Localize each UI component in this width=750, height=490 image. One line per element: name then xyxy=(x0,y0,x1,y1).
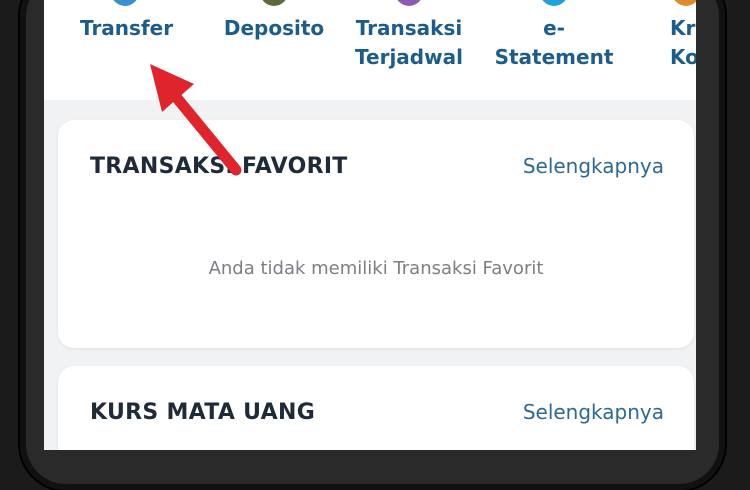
menu-transfer[interactable]: Transfer xyxy=(80,0,173,40)
e-statement-icon xyxy=(540,0,568,6)
exchange-rates-card: KURS MATA UANG Selengkapnya xyxy=(58,366,694,450)
menu-transaksi-terjadwal[interactable]: Transaksi Terjadwal xyxy=(354,0,464,69)
app-screen: Transfer Deposito Transaksi Terjadwal e- S… xyxy=(44,0,696,450)
menu-e-statement[interactable]: e- Statement xyxy=(494,0,614,69)
menu-deposito[interactable]: Deposito xyxy=(214,0,334,40)
favorite-transactions-title: TRANSAKSI FAVORIT xyxy=(90,154,348,179)
scheduled-transaction-icon xyxy=(395,0,423,6)
menu-transfer-label: Transfer xyxy=(80,16,174,40)
deposito-icon xyxy=(260,0,288,6)
favorite-transactions-empty-message: Anda tidak memiliki Transaksi Favorit xyxy=(208,258,544,279)
transfer-icon xyxy=(111,0,139,6)
kredit-icon xyxy=(672,0,696,6)
quick-menu: Transfer Deposito Transaksi Terjadwal e- S… xyxy=(44,0,696,100)
menu-kredit-konsumer-label: KreditKonsumer xyxy=(670,16,696,69)
favorite-transactions-card: TRANSAKSI FAVORIT Selengkapnya Anda tida… xyxy=(58,120,694,348)
favorite-transactions-more-link[interactable]: Selengkapnya xyxy=(523,154,664,178)
menu-e-statement-label: e- Statement xyxy=(494,16,614,69)
exchange-rates-more-link[interactable]: Selengkapnya xyxy=(523,400,664,424)
menu-deposito-label: Deposito xyxy=(223,16,325,40)
menu-transaksi-terjadwal-label: Transaksi Terjadwal xyxy=(355,16,463,69)
menu-kredit-konsumer[interactable]: KreditKonsumer xyxy=(664,0,696,69)
exchange-rates-title: KURS MATA UANG xyxy=(90,400,316,425)
